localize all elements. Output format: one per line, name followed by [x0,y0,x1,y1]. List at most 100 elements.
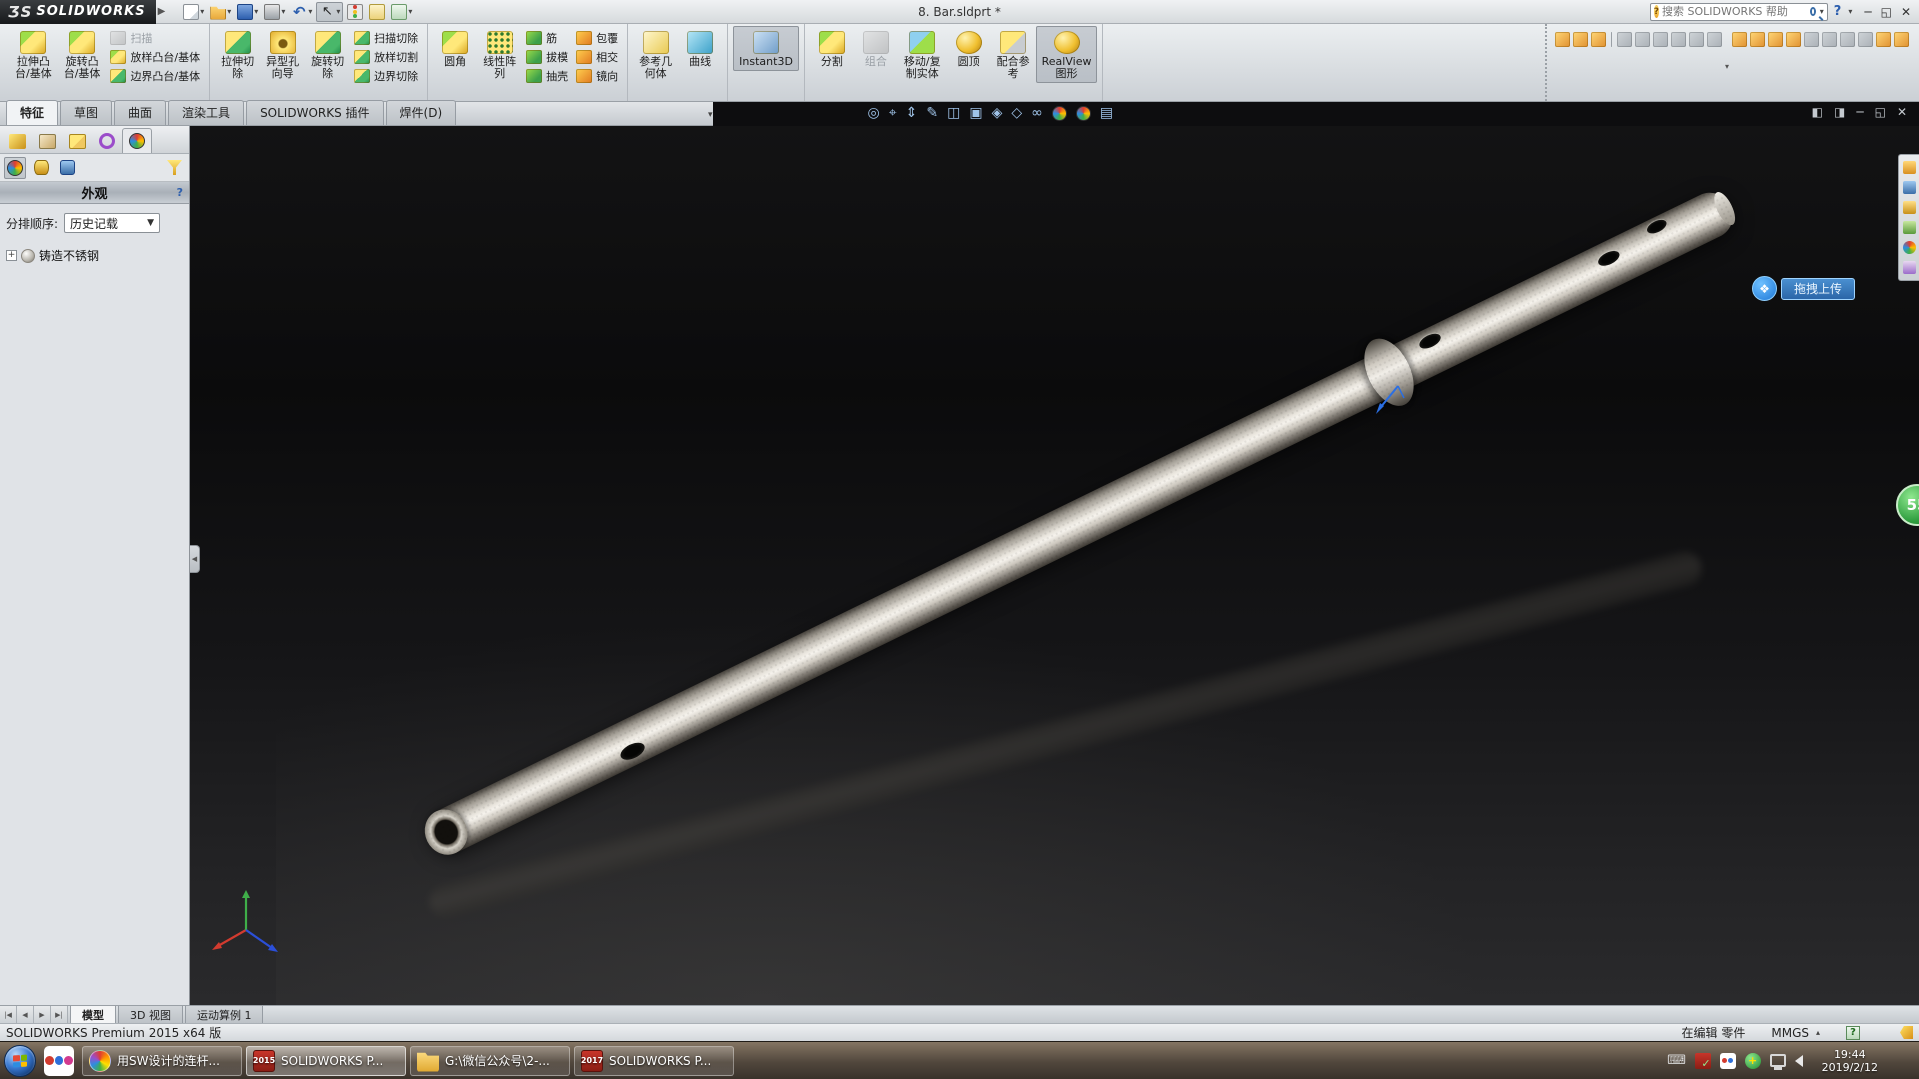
select-tool-button[interactable]: ↖▾ [316,2,343,22]
ribbon-small-button[interactable]: 扫描 [110,30,200,46]
tab-feature-manager[interactable] [2,128,32,153]
doc-window-control[interactable]: ◧ [1812,105,1823,119]
save-button[interactable]: ▾ [235,2,260,22]
ribbon-button[interactable]: 线性阵 列 [477,26,522,83]
ribbon-small-button[interactable]: 筋 [526,30,568,46]
taskbar-window-button[interactable]: G:\微信公众号\2-... [410,1046,570,1076]
model-view-tab[interactable]: 运动算例 1 [185,1006,264,1023]
hud-icon[interactable]: ▤ [1100,104,1115,122]
view-palette-icon[interactable] [1903,221,1916,234]
custom-properties-icon[interactable] [1903,261,1916,274]
toolbar-tool-icon[interactable] [1804,32,1819,47]
toolbar-tool-icon[interactable] [1786,32,1801,47]
search-icon[interactable] [1810,7,1816,16]
view-appearances-button[interactable] [4,157,26,179]
units-selector[interactable]: MMGS ▴ [1771,1026,1820,1040]
tab-nav-arrow[interactable]: ▶ [34,1006,51,1023]
toolbar-tool-icon[interactable] [1689,32,1704,47]
toolbar-tool-icon[interactable] [1653,32,1668,47]
start-button[interactable] [4,1045,36,1077]
toolbar-tool-icon[interactable] [1671,32,1686,47]
hud-icon[interactable]: ✎ [926,104,940,122]
help-caret-icon[interactable]: ▾ [1848,7,1852,16]
recorder-badge[interactable]: 55 [1896,484,1919,526]
filter-button[interactable] [164,157,185,178]
tab-nav-arrow[interactable]: ◀ [17,1006,34,1023]
toolbar-tool-icon[interactable] [1573,32,1588,47]
tab-configuration-manager[interactable] [62,128,92,153]
doc-window-control[interactable]: ◨ [1834,105,1845,119]
appearances-scenes-icon[interactable] [1903,241,1916,254]
ribbon-button[interactable]: 异型孔 向导 [260,26,305,83]
taskbar-window-button[interactable]: 2017 SOLIDWORKS P... [574,1046,734,1076]
toolbar-tool-icon[interactable]: ▾ [1725,62,1729,71]
toolbar-tool-icon[interactable] [1858,32,1873,47]
view-decals-button[interactable] [31,157,52,178]
hud-icon[interactable]: ⇕ [906,104,920,122]
ribbon-small-button[interactable]: 放样凸台/基体 [110,49,200,65]
taskbar-window-button[interactable]: 用SW设计的连杆... [82,1046,242,1076]
toolbar-tool-icon[interactable] [1635,32,1650,47]
print-button[interactable]: ▾ [262,2,287,22]
hud-icon[interactable]: ◇ [1011,104,1024,122]
toolbar-tool-icon[interactable] [1707,32,1722,47]
tab-display-manager[interactable] [122,128,152,153]
hud-icon[interactable] [1052,106,1069,121]
minimize-button[interactable]: ─ [1864,5,1871,19]
toolbar-tool-icon[interactable] [1617,32,1632,47]
toolbar-tool-icon[interactable] [1876,32,1891,47]
panel-collapse-handle[interactable]: ◀ [190,545,200,573]
ribbon-button[interactable]: 旋转切 除 [305,26,350,83]
ribbon-button[interactable]: 拉伸凸 台/基体 [9,26,58,83]
ribbon-small-button[interactable]: 扫描切除 [354,30,418,46]
ribbon-small-button[interactable]: 抽壳 [526,68,568,84]
network-tray-icon[interactable] [1770,1054,1786,1067]
tree-expander-icon[interactable]: + [6,250,17,261]
ribbon-small-button[interactable]: 相交 [576,49,618,65]
resources-icon[interactable] [1903,161,1916,174]
ribbon-small-button[interactable]: 放样切割 [354,49,418,65]
logo-flyout-arrow[interactable]: ▶ [158,6,166,17]
toolbar-tool-icon[interactable] [1768,32,1783,47]
ribbon-small-button[interactable]: 包覆 [576,30,618,46]
pinned-app-button[interactable] [44,1046,74,1076]
doc-window-control[interactable]: ◱ [1875,105,1886,119]
command-tab[interactable]: 曲面 [114,100,166,125]
rebuild-button[interactable] [345,2,365,22]
ribbon-button[interactable]: 分割 [810,26,854,83]
tag-icon[interactable] [1900,1026,1913,1039]
toolbar-tool-icon[interactable] [1822,32,1837,47]
keyboard-tray-icon[interactable]: ⌨ [1668,1052,1686,1070]
hud-icon[interactable]: ∞ [1031,104,1045,122]
open-button[interactable]: ▾ [208,2,233,22]
antivirus-tray-icon[interactable]: + [1745,1053,1761,1069]
solidworks-tray-icon[interactable]: ✓ [1695,1053,1711,1069]
command-tab[interactable]: 渲染工具 [168,100,244,125]
tab-nav-arrow[interactable]: ▶| [51,1006,68,1023]
model-view-tab[interactable]: 3D 视图 [118,1006,183,1023]
graphics-viewport[interactable]: ❖ 拖拽上传 55 ◀ [190,126,1919,1005]
ribbon-button[interactable]: 配合参 考 [991,26,1036,83]
toolbar-tool-icon[interactable] [1732,32,1747,47]
hud-icon[interactable]: ◫ [947,104,962,122]
help-button[interactable]: ? [1834,4,1842,19]
command-tab[interactable]: 特征 [6,100,58,125]
ribbon-button[interactable]: 拉伸切 除 [215,26,260,83]
options-button[interactable]: ▾ [389,2,414,22]
view-scene-lights-button[interactable] [57,157,78,178]
ribbon-button[interactable]: 旋转凸 台/基体 [58,26,107,83]
sort-order-dropdown[interactable]: 历史记载 ▼ [64,213,160,233]
doc-window-control[interactable]: ✕ [1897,105,1907,119]
hud-icon[interactable]: ◎ [868,104,882,122]
hud-icon[interactable]: ▣ [969,104,984,122]
ribbon-button[interactable]: 组合 [854,26,898,83]
ribbon-button[interactable]: RealView 图形 [1036,26,1098,83]
toolbar-tool-icon[interactable] [1611,32,1612,47]
tab-nav-arrow[interactable]: |◀ [0,1006,17,1023]
drag-upload-overlay[interactable]: ❖ 拖拽上传 [1752,276,1855,301]
hud-icon[interactable] [1076,106,1093,121]
ribbon-button[interactable]: 移动/复 制实体 [898,26,947,83]
doc-window-control[interactable]: ─ [1856,105,1863,119]
toolbar-tool-icon[interactable] [1840,32,1855,47]
close-button[interactable]: ✕ [1901,5,1911,19]
